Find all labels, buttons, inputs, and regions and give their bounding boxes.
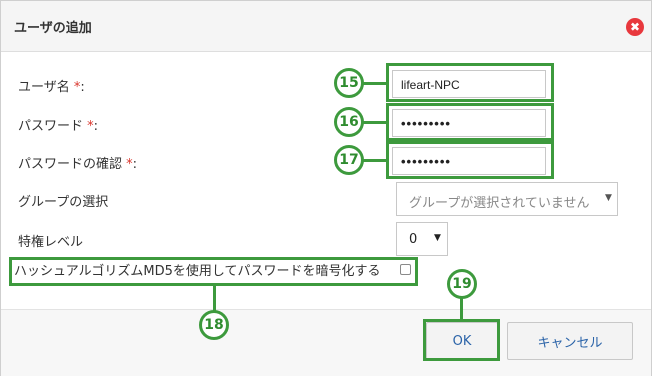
group-label: グループの選択 [18,195,109,210]
chevron-down-icon: ▼ [434,233,441,243]
dialog-header: ユーザの追加 ✖ [1,1,651,52]
close-icon[interactable]: ✖ [626,18,644,36]
username-label-text: ユーザ名 [18,80,70,95]
privilege-select[interactable]: 0 ▼ [396,222,448,256]
ok-highlight [423,319,500,361]
privilege-select-value: 0 [409,232,418,247]
username-label: ユーザ名 *: [18,76,85,95]
cancel-button[interactable]: キャンセル [507,322,633,360]
callout-connector [361,159,388,162]
password-label-text: パスワード [18,119,84,134]
callout-badge-15: 15 [334,68,364,98]
group-select-value: グループが選択されていません [409,196,590,211]
callout-connector [361,82,388,85]
callout-connector [213,285,216,311]
callout-connector [460,297,463,320]
callout-badge-17: 17 [334,145,364,175]
chevron-down-icon: ▼ [605,193,612,203]
privilege-label: 特権レベル [18,235,84,250]
password-confirm-label: パスワードの確認 *: [18,153,137,172]
password-label: パスワード *: [18,115,98,134]
add-user-dialog: ユーザの追加 ✖ ユーザ名 *: lifeart-NPC パスワード *: ••… [0,0,652,376]
callout-badge-18: 18 [199,310,229,340]
dialog-title: ユーザの追加 [14,21,92,36]
group-select[interactable]: グループが選択されていません ▼ [396,182,618,216]
md5-highlight [9,257,418,286]
label-colon: : [93,119,99,134]
password-confirm-highlight [386,141,554,179]
username-highlight [386,63,554,102]
callout-connector [361,121,388,124]
callout-badge-16: 16 [334,107,364,137]
label-colon: : [132,157,138,172]
password-confirm-label-text: パスワードの確認 [18,157,123,172]
callout-badge-19: 19 [447,269,477,299]
label-colon: : [80,80,85,95]
password-highlight [386,103,554,141]
